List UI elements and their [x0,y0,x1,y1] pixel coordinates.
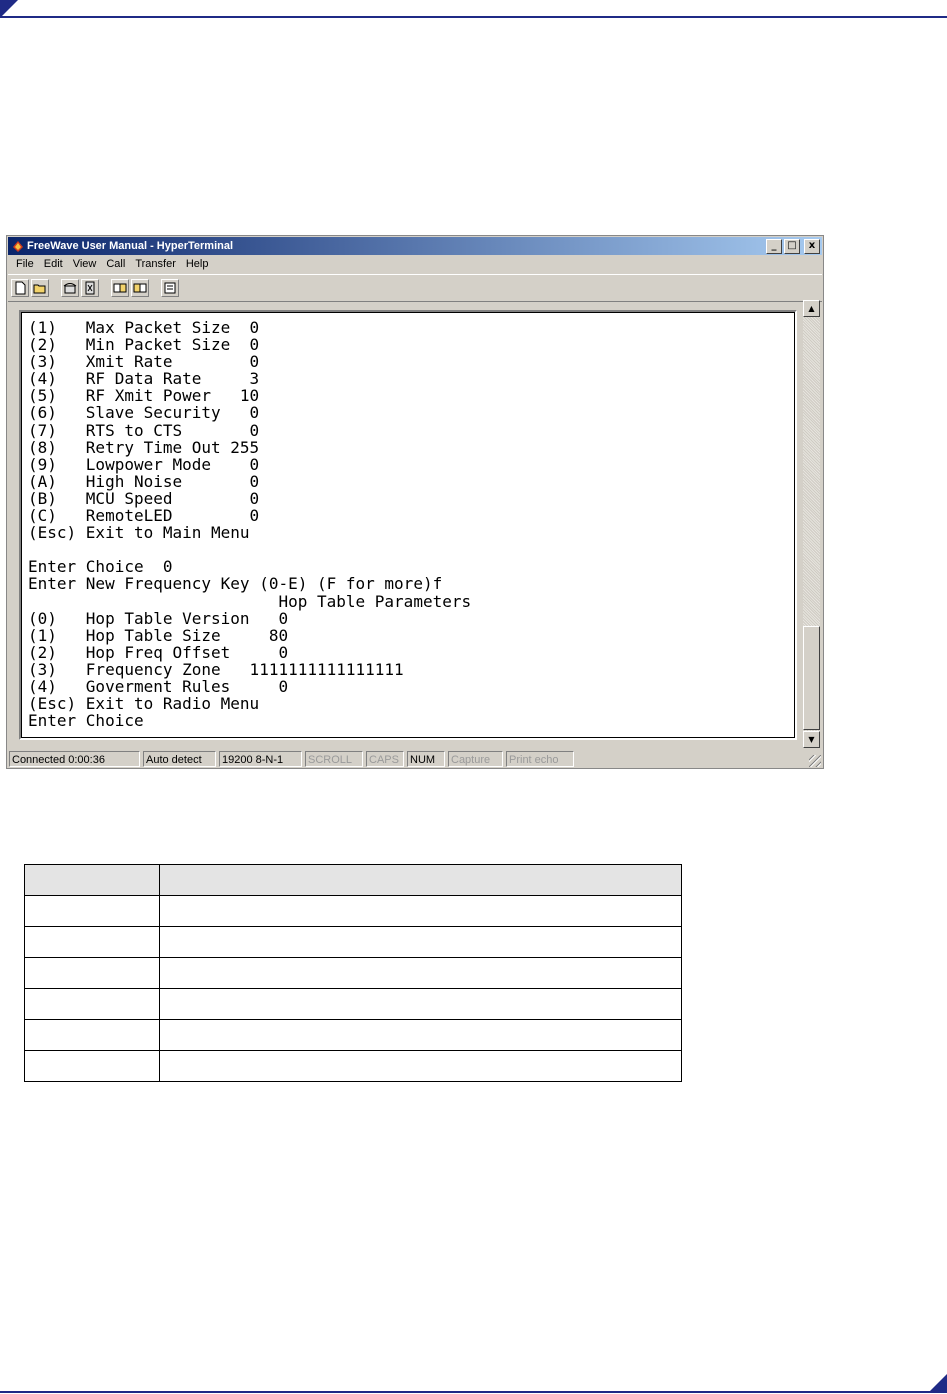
scroll-up-button[interactable]: ▲ [803,300,820,317]
header-rule [0,16,947,18]
table-row [24,1019,682,1051]
table-row [24,957,682,989]
footer-corner-triangle [929,1374,947,1392]
window-title: FreeWave User Manual - HyperTerminal [27,240,234,252]
terminal-screen[interactable]: (1) Max Packet Size 0 (2) Min Packet Siz… [28,319,471,729]
minimize-button[interactable]: _ [766,239,782,254]
table-row [24,895,682,927]
vertical-scrollbar[interactable]: ▲ ▼ [803,300,820,748]
hyperterminal-app-icon [13,241,23,252]
send-icon[interactable] [111,279,129,297]
table-cell [159,957,682,989]
menu-view[interactable]: View [68,256,102,272]
scroll-thumb[interactable] [803,626,820,730]
table-cell [24,957,160,989]
menu-transfer[interactable]: Transfer [130,256,181,272]
table-row [24,1050,682,1082]
properties-icon[interactable] [161,279,179,297]
menu-call[interactable]: Call [101,256,130,272]
status-connected: Connected 0:00:36 [9,751,140,767]
maximize-button[interactable]: □ [784,239,800,254]
terminal-frame: (1) Max Packet Size 0 (2) Min Packet Siz… [19,310,797,740]
table-row [24,926,682,958]
menu-file[interactable]: File [11,256,39,272]
menu-bar: File Edit View Call Transfer Help [11,256,213,272]
terminal-line: Enter Choice [28,711,144,731]
scroll-down-button[interactable]: ▼ [803,731,820,748]
table-cell [159,988,682,1020]
menu-help[interactable]: Help [181,256,214,272]
table-row [24,988,682,1020]
table-header-cell [24,864,160,896]
status-capture: Capture [448,751,503,767]
new-icon[interactable] [11,279,29,297]
footer-rule [0,1391,947,1393]
status-port: 19200 8-N-1 [219,751,302,767]
status-num: NUM [407,751,445,767]
terminal-line: (Esc) Exit to Main Menu [28,523,250,543]
status-bar: Connected 0:00:36 Auto detect 19200 8-N-… [8,750,822,768]
phone-connect-icon[interactable] [61,279,79,297]
table-cell [159,926,682,958]
table-header-cell [159,864,682,896]
close-button[interactable]: x [804,239,820,254]
table-cell [159,1019,682,1051]
title-bar[interactable]: FreeWave User Manual - HyperTerminal _ □… [8,237,822,255]
table-cell [24,926,160,958]
table-cell [24,1050,160,1082]
status-detect: Auto detect [143,751,216,767]
status-caps: CAPS [366,751,404,767]
table-cell [159,895,682,927]
resize-grip[interactable] [809,755,821,767]
open-icon[interactable] [31,279,49,297]
table-cell [24,895,160,927]
table-cell [159,1050,682,1082]
toolbar [8,274,822,302]
parameter-table [24,864,682,1082]
hyperterminal-window: FreeWave User Manual - HyperTerminal _ □… [6,235,824,769]
table-header-row [24,864,682,896]
receive-icon[interactable] [131,279,149,297]
status-print-echo: Print echo [506,751,574,767]
disconnect-icon[interactable] [81,279,99,297]
status-scroll: SCROLL [305,751,363,767]
menu-edit[interactable]: Edit [39,256,68,272]
table-cell [24,1019,160,1051]
table-cell [24,988,160,1020]
